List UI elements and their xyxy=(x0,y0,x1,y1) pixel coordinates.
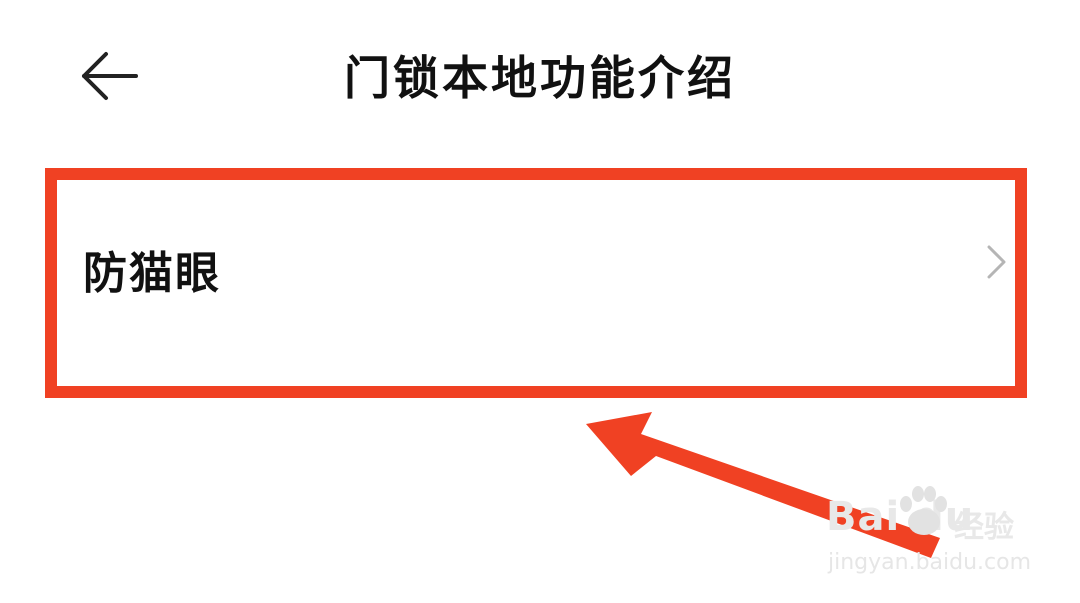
page: 门锁本地功能介绍 防猫眼 Bai du 经验 jingyan.baidu.com xyxy=(0,0,1080,603)
paw-icon xyxy=(900,486,947,535)
baidu-jingyan-watermark: Bai du 经验 jingyan.baidu.com xyxy=(826,486,1036,586)
watermark-url: jingyan.baidu.com xyxy=(828,550,1032,575)
watermark-brand-text: 经验 xyxy=(954,510,1014,545)
